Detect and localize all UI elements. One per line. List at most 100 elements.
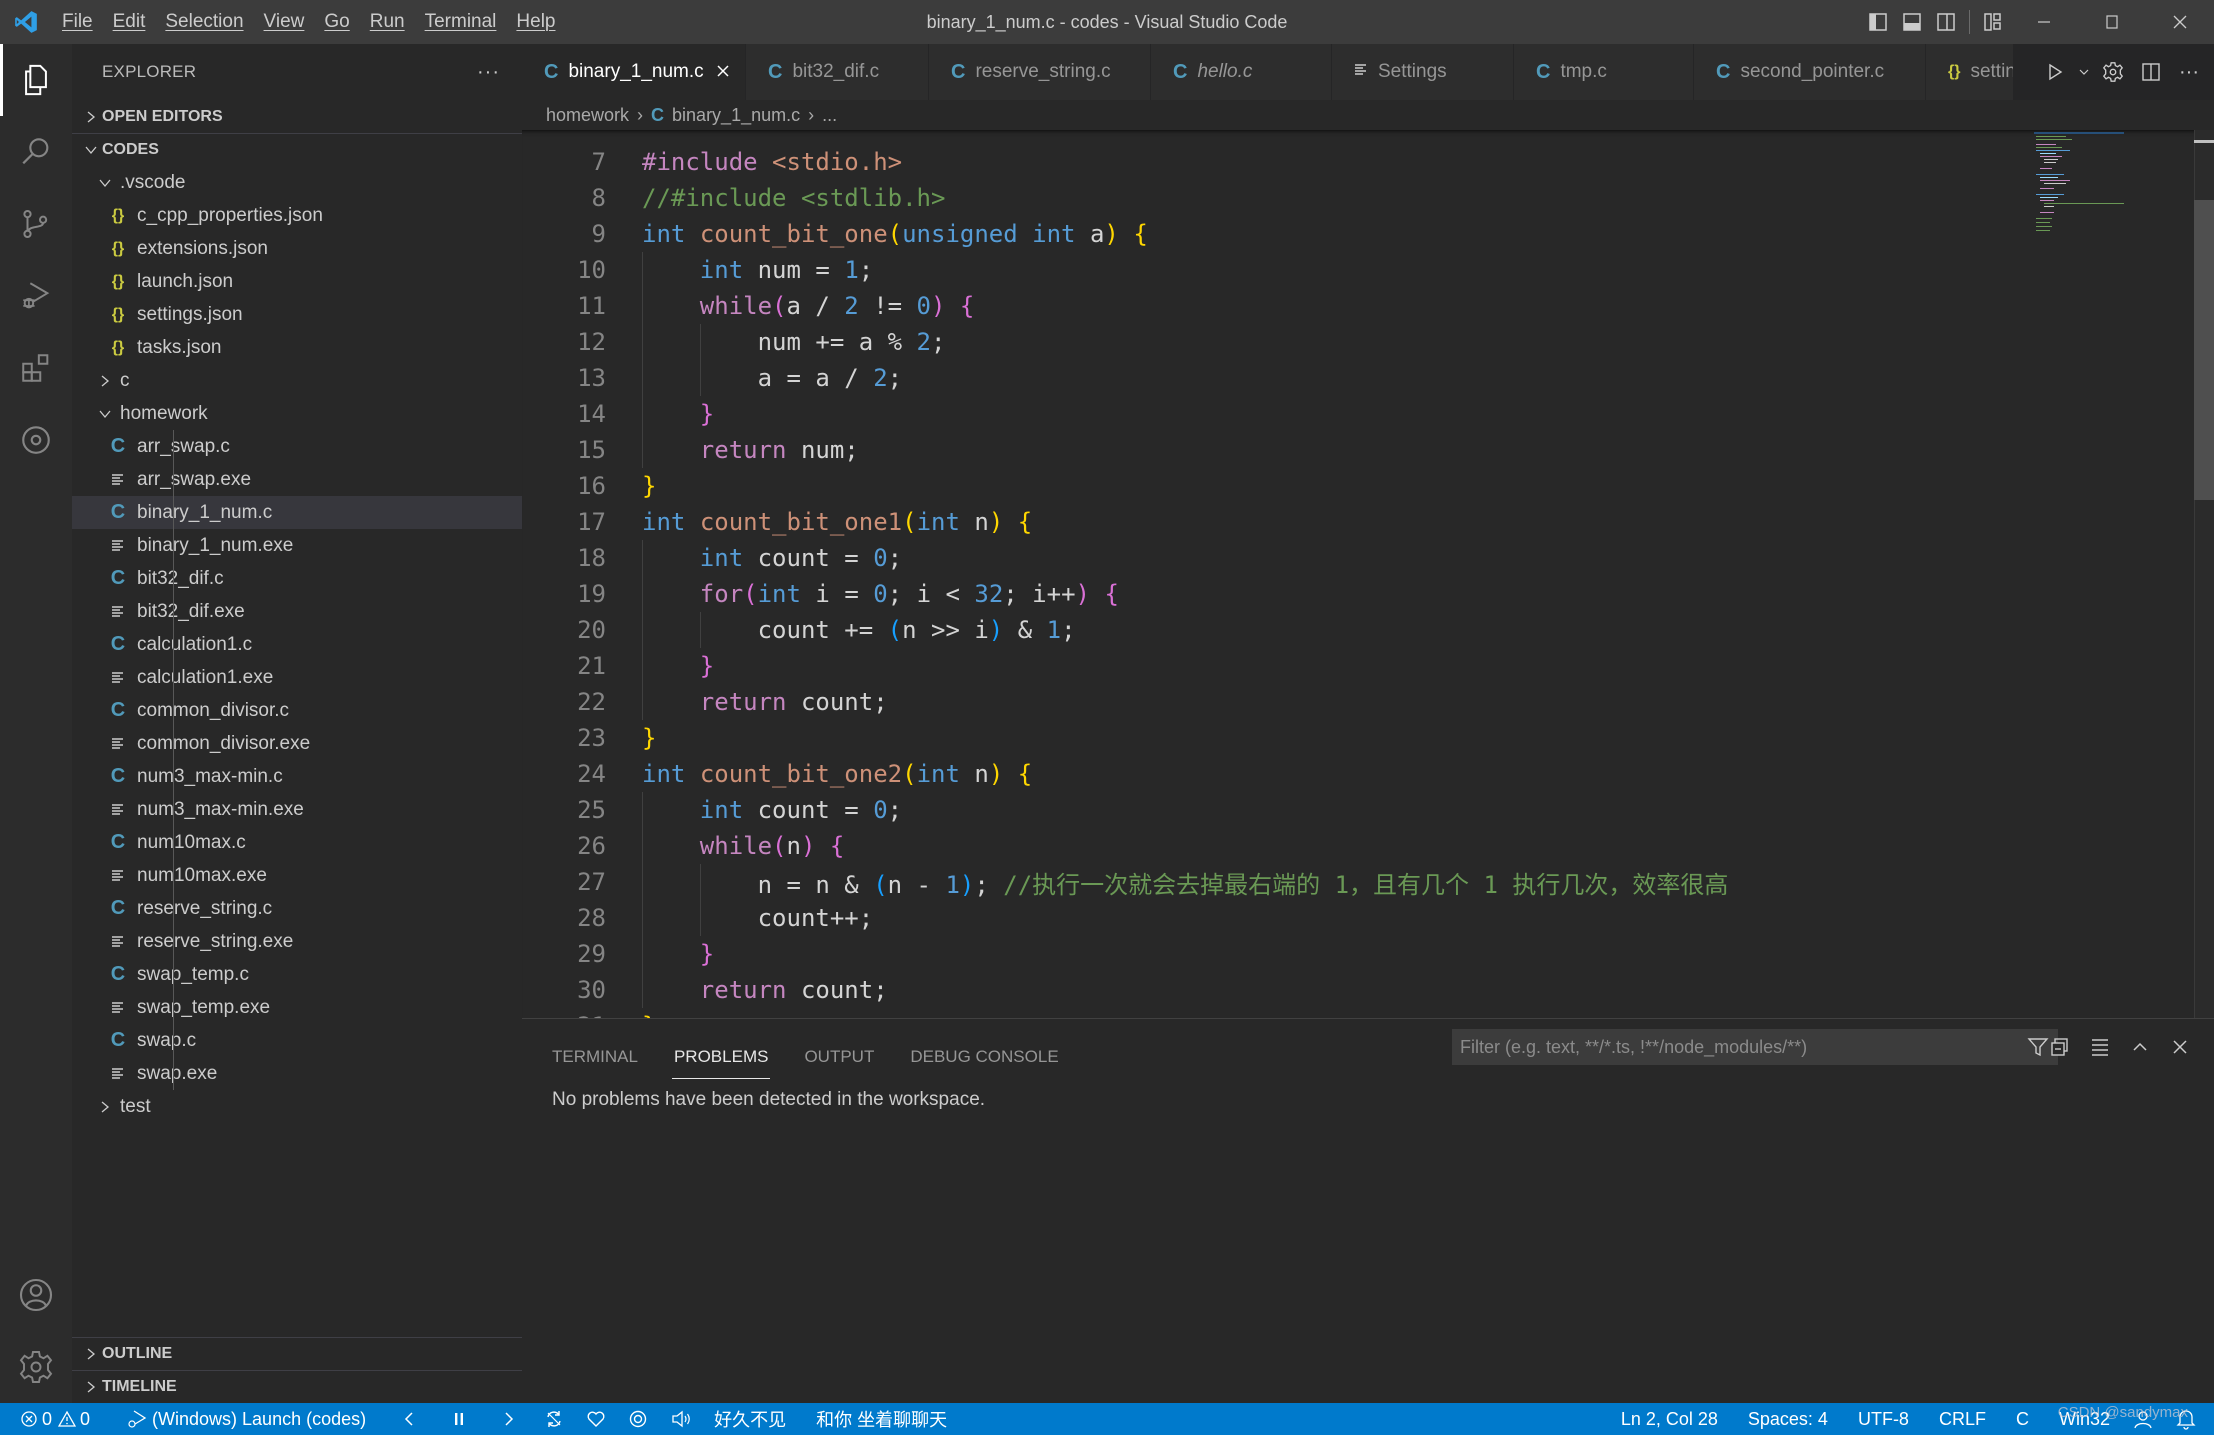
- tab-hello-c[interactable]: Chello.c: [1151, 44, 1332, 100]
- music-volume-button[interactable]: [659, 1403, 703, 1435]
- breadcrumb-symbols[interactable]: ...: [822, 105, 837, 126]
- tree-file[interactable]: binary_1_num.exe: [72, 529, 522, 562]
- open-editors-section[interactable]: OPEN EDITORS: [72, 100, 522, 133]
- tree-file[interactable]: {} launch.json: [72, 265, 522, 298]
- panel-tab-output[interactable]: OUTPUT: [804, 1035, 874, 1079]
- indentation-status[interactable]: Spaces: 4: [1737, 1403, 1839, 1435]
- maximize-panel-button[interactable]: [2120, 1029, 2160, 1065]
- maximize-button[interactable]: [2078, 0, 2146, 44]
- manage-button[interactable]: [0, 1331, 72, 1403]
- tab-second-pointer-c[interactable]: Csecond_pointer.c: [1694, 44, 1926, 100]
- tree-folder[interactable]: c: [72, 364, 522, 397]
- code-editor[interactable]: 7 #include <stdio.h> 8 //#include <stdlib.h…: [522, 130, 2214, 1018]
- toggle-sidebar-button[interactable]: [1861, 0, 1895, 44]
- menu-help[interactable]: Help: [506, 0, 565, 44]
- music-previous-button[interactable]: [391, 1403, 427, 1435]
- more-actions-button[interactable]: ···: [2170, 44, 2208, 100]
- cursor-position[interactable]: Ln 2, Col 28: [1610, 1403, 1729, 1435]
- tab-binary-1-num-c[interactable]: Cbinary_1_num.c: [522, 44, 746, 100]
- tree-file[interactable]: {} c_cpp_properties.json: [72, 199, 522, 232]
- outline-section[interactable]: OUTLINE: [72, 1337, 522, 1370]
- editor-scrollbar[interactable]: [2194, 130, 2214, 1018]
- collapse-all-button[interactable]: [2040, 1029, 2080, 1065]
- tree-file[interactable]: calculation1.exe: [72, 661, 522, 694]
- run-file-button[interactable]: [2036, 44, 2074, 100]
- panel-tab-problems[interactable]: PROBLEMS: [671, 1035, 771, 1079]
- close-tab-icon[interactable]: [716, 61, 730, 84]
- tree-file[interactable]: Cswap_temp.c: [72, 958, 522, 991]
- tree-folder[interactable]: .vscode: [72, 166, 522, 199]
- minimize-button[interactable]: [2010, 0, 2078, 44]
- tab-settin[interactable]: {} settin: [1926, 44, 2014, 100]
- customize-layout-button[interactable]: [1976, 0, 2010, 44]
- close-panel-button[interactable]: [2160, 1029, 2200, 1065]
- menu-terminal[interactable]: Terminal: [415, 0, 507, 44]
- tree-file[interactable]: bit32_dif.exe: [72, 595, 522, 628]
- toggle-panel-button[interactable]: [1895, 0, 1929, 44]
- music-pause-button[interactable]: [441, 1403, 477, 1435]
- tree-file[interactable]: Cswap.c: [72, 1024, 522, 1057]
- tab-bit32-dif-c[interactable]: Cbit32_dif.c: [746, 44, 929, 100]
- tree-file[interactable]: Cnum10max.c: [72, 826, 522, 859]
- tree-file[interactable]: Ccalculation1.c: [72, 628, 522, 661]
- activity-search[interactable]: [0, 116, 72, 188]
- problems-status[interactable]: 0 0: [0, 1403, 101, 1435]
- tab-tmp-c[interactable]: Ctmp.c: [1514, 44, 1694, 100]
- minimap[interactable]: [2034, 130, 2128, 250]
- menu-view[interactable]: View: [254, 0, 315, 44]
- debug-launch-status[interactable]: (Windows) Launch (codes): [115, 1403, 377, 1435]
- tree-file[interactable]: {} extensions.json: [72, 232, 522, 265]
- tree-file[interactable]: Carr_swap.c: [72, 430, 522, 463]
- music-loop-button[interactable]: [533, 1403, 575, 1435]
- menu-edit[interactable]: Edit: [103, 0, 156, 44]
- tree-file[interactable]: num3_max-min.exe: [72, 793, 522, 826]
- tree-file[interactable]: Cbit32_dif.c: [72, 562, 522, 595]
- activity-source-control[interactable]: [0, 188, 72, 260]
- tree-file[interactable]: swap.exe: [72, 1057, 522, 1090]
- language-mode[interactable]: C: [2005, 1403, 2040, 1435]
- activity-remote[interactable]: [0, 404, 72, 476]
- menu-file[interactable]: File: [52, 0, 103, 44]
- menu-run[interactable]: Run: [360, 0, 415, 44]
- music-like-button[interactable]: [575, 1403, 617, 1435]
- toggle-secondary-sidebar-button[interactable]: [1929, 0, 1963, 44]
- editor-settings-button[interactable]: [2094, 44, 2132, 100]
- timeline-section[interactable]: TIMELINE: [72, 1370, 522, 1403]
- tree-file[interactable]: Cbinary_1_num.c: [72, 496, 522, 529]
- eol-status[interactable]: CRLF: [1928, 1403, 1997, 1435]
- panel-tab-debug-console[interactable]: DEBUG CONSOLE: [910, 1035, 1058, 1079]
- tree-file[interactable]: Ccommon_divisor.c: [72, 694, 522, 727]
- activity-explorer[interactable]: [0, 44, 72, 116]
- tree-file[interactable]: num10max.exe: [72, 859, 522, 892]
- breadcrumb-file[interactable]: binary_1_num.c: [672, 105, 800, 126]
- tree-file[interactable]: {} tasks.json: [72, 331, 522, 364]
- tab-settings[interactable]: Settings: [1332, 44, 1514, 100]
- activity-extensions[interactable]: [0, 332, 72, 404]
- tree-folder[interactable]: test: [72, 1090, 522, 1123]
- tree-file[interactable]: common_divisor.exe: [72, 727, 522, 760]
- tree-file[interactable]: arr_swap.exe: [72, 463, 522, 496]
- music-next-button[interactable]: [491, 1403, 527, 1435]
- menu-selection[interactable]: Selection: [155, 0, 253, 44]
- music-song-title[interactable]: 好久不见: [703, 1403, 797, 1435]
- platform-config[interactable]: Win32: [2048, 1403, 2121, 1435]
- feedback-button[interactable]: [2121, 1403, 2165, 1435]
- accounts-button[interactable]: [0, 1259, 72, 1331]
- workspace-section[interactable]: CODES: [72, 133, 522, 166]
- tab-reserve-string-c[interactable]: Creserve_string.c: [929, 44, 1151, 100]
- view-as-list-button[interactable]: [2080, 1029, 2120, 1065]
- tree-file[interactable]: Cnum3_max-min.c: [72, 760, 522, 793]
- split-editor-button[interactable]: [2132, 44, 2170, 100]
- tree-file[interactable]: swap_temp.exe: [72, 991, 522, 1024]
- menu-go[interactable]: Go: [314, 0, 359, 44]
- scrollbar-thumb[interactable]: [2194, 200, 2214, 500]
- encoding-status[interactable]: UTF-8: [1847, 1403, 1920, 1435]
- problems-filter-input[interactable]: [1460, 1036, 2000, 1058]
- panel-tab-terminal[interactable]: TERMINAL: [552, 1035, 638, 1079]
- activity-run-debug[interactable]: [0, 260, 72, 332]
- tree-file[interactable]: reserve_string.exe: [72, 925, 522, 958]
- explorer-more-actions[interactable]: ···: [477, 61, 500, 84]
- close-window-button[interactable]: [2146, 0, 2214, 44]
- run-options-dropdown[interactable]: [2074, 44, 2094, 100]
- tree-file[interactable]: {} settings.json: [72, 298, 522, 331]
